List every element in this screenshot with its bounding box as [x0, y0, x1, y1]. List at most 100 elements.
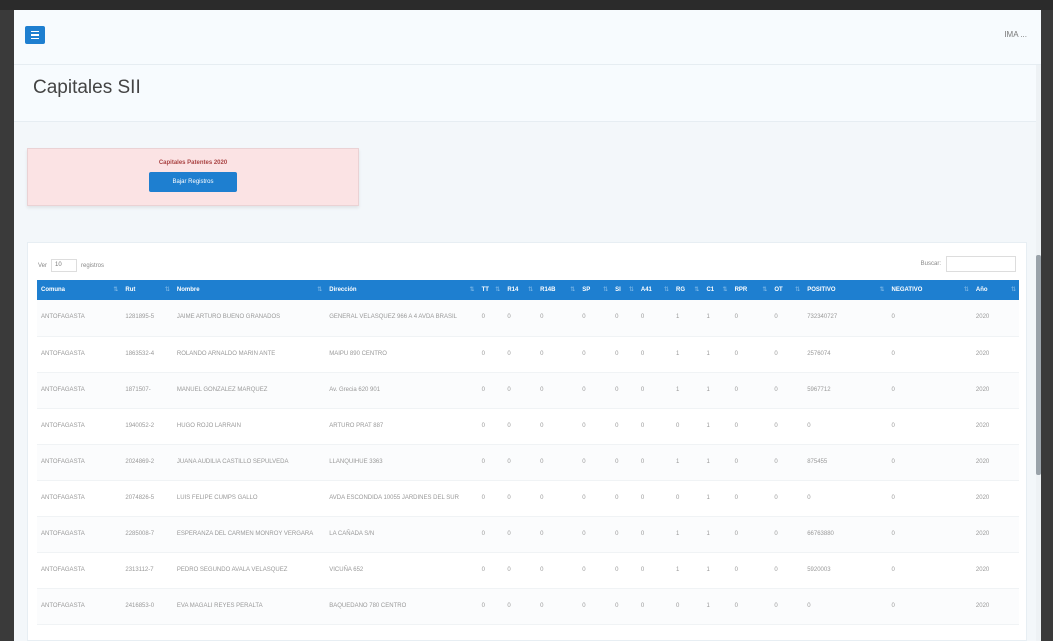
table-row: ANTOFAGASTA 2024869-2 JUANA AUDILIA CASTIL…: [37, 444, 1019, 481]
table-cell: 0: [636, 444, 672, 481]
table-cell: 1: [672, 300, 703, 337]
column-header[interactable]: POSITIVO ⇅: [803, 280, 888, 300]
table-cell: 0: [770, 444, 804, 481]
column-header[interactable]: SP ⇅: [578, 280, 612, 300]
table-cell: 0: [770, 372, 804, 409]
records-table: Comuna ⇅ Rut ⇅ Nombre ⇅ Dirección ⇅ TT ⇅ R14 ⇅ R14B ⇅…: [37, 280, 1019, 625]
table-cell: 0: [730, 588, 771, 625]
table-cell: 0: [636, 336, 672, 373]
table-cell: PEDRO SEGUNDO AVALA VELASQUEZ: [172, 552, 326, 589]
sort-icon: ⇅: [795, 287, 801, 293]
table-cell: 0: [477, 372, 504, 409]
table-cell: 0: [730, 480, 771, 517]
table-cell: 0: [477, 588, 504, 625]
table-cell: 1281895-5: [121, 300, 173, 337]
table-cell: 0: [503, 480, 537, 517]
table-cell: 0: [536, 444, 579, 481]
table-row: ANTOFAGASTA 1863532-4 ROLANDO ARNALDO MARI…: [37, 336, 1019, 373]
table-cell: 0: [636, 516, 672, 553]
table-cell: AVDA ESCONDIDA 10055 JARDINES DEL SUR: [325, 480, 478, 517]
table-cell: 2074826-5: [121, 480, 173, 517]
column-header[interactable]: Año ⇅: [971, 280, 1019, 300]
scrollbar-thumb[interactable]: [1036, 255, 1041, 475]
table-cell: GENERAL VELASQUEZ 966 A 4 AVDA BRASIL: [325, 300, 478, 337]
table-cell: 0: [536, 588, 579, 625]
table-cell: MAIPU 890 CENTRO: [325, 336, 478, 373]
column-header[interactable]: NEGATIVO ⇅: [887, 280, 972, 300]
table-cell: 0: [503, 444, 537, 481]
table-cell: 0: [611, 516, 637, 553]
column-header-label: Nombre: [176, 287, 200, 293]
column-header[interactable]: R14B ⇅: [536, 280, 579, 300]
column-header-label: OT: [774, 287, 783, 293]
table-cell: 0: [770, 408, 804, 445]
page-title: Capitales SII: [33, 77, 141, 98]
table-row: ANTOFAGASTA 2416853-0 EVA MAGALI REYES PER…: [37, 588, 1019, 625]
column-header[interactable]: Comuna ⇅: [37, 280, 122, 300]
column-header[interactable]: Nombre ⇅: [172, 280, 326, 300]
table-cell: 0: [730, 552, 771, 589]
column-header[interactable]: R14 ⇅: [503, 280, 537, 300]
column-header-label: RPR: [734, 287, 748, 293]
table-cell: 0: [477, 516, 504, 553]
table-cell: 2020: [971, 480, 1019, 517]
table-cell: 0: [887, 552, 972, 589]
table-cell: 1: [702, 408, 731, 445]
table-cell: 2020: [971, 588, 1019, 625]
table-cell: ANTOFAGASTA: [37, 444, 122, 481]
sort-icon: ⇅: [528, 287, 534, 293]
table-cell: 0: [611, 552, 637, 589]
table-cell: 0: [578, 516, 612, 553]
column-header-label: Dirección: [329, 287, 357, 293]
column-header[interactable]: RPR ⇅: [730, 280, 771, 300]
column-header[interactable]: Rut ⇅: [121, 280, 173, 300]
page-header: Capitales SII: [14, 65, 1041, 122]
column-header-label: SI: [615, 287, 621, 293]
table-cell: 1: [702, 336, 731, 373]
download-records-button[interactable]: Bajar Registros: [149, 172, 237, 192]
table-cell: ANTOFAGASTA: [37, 300, 122, 337]
scrollbar[interactable]: [1036, 65, 1041, 641]
column-header[interactable]: A41 ⇅: [636, 280, 672, 300]
app-window: IMA ... Capitales SII Capitales Patentes…: [14, 10, 1041, 641]
column-header[interactable]: C1 ⇅: [702, 280, 731, 300]
table-header-row: Comuna ⇅ Rut ⇅ Nombre ⇅ Dirección ⇅ TT ⇅ R14 ⇅ R14B ⇅…: [37, 280, 1019, 300]
column-header[interactable]: Dirección ⇅: [325, 280, 478, 300]
table-cell: 2020: [971, 552, 1019, 589]
column-header[interactable]: TT ⇅: [477, 280, 504, 300]
menu-toggle-button[interactable]: [25, 26, 45, 44]
table-cell: 0: [578, 588, 612, 625]
column-header[interactable]: OT ⇅: [770, 280, 804, 300]
user-menu[interactable]: IMA ...: [1004, 30, 1027, 39]
table-cell: 2576074: [803, 336, 888, 373]
table-cell: 0: [803, 480, 888, 517]
table-cell: 732340727: [803, 300, 888, 337]
card-title: Capitales Patentes 2020: [158, 160, 228, 166]
column-header[interactable]: RG ⇅: [672, 280, 703, 300]
table-cell: 0: [770, 516, 804, 553]
table-cell: 0: [611, 408, 637, 445]
table-cell: 0: [503, 408, 537, 445]
table-cell: 1: [702, 372, 731, 409]
column-header[interactable]: SI ⇅: [611, 280, 637, 300]
table-cell: 0: [536, 372, 579, 409]
table-cell: 2020: [971, 300, 1019, 337]
search-input[interactable]: [946, 256, 1016, 272]
column-header-label: Comuna: [41, 287, 65, 293]
search-control: Buscar:: [921, 256, 1016, 272]
records-label: registros: [81, 262, 105, 269]
table-cell: 0: [578, 444, 612, 481]
sort-icon: ⇅: [603, 287, 609, 293]
page-length-select[interactable]: 10: [51, 259, 78, 272]
table-cell: 0: [477, 552, 504, 589]
table-row: ANTOFAGASTA 1871507- MANUEL GONZALEZ MARQU…: [37, 372, 1019, 409]
sort-icon: ⇅: [469, 287, 475, 293]
table-cell: 0: [770, 336, 804, 373]
table-row: ANTOFAGASTA 1940052-2 HUGO ROJO LARRAIN ART…: [37, 408, 1019, 445]
table-cell: 0: [536, 516, 579, 553]
table-cell: 0: [636, 480, 672, 517]
sort-icon: ⇅: [1010, 287, 1016, 293]
table-cell: 2020: [971, 516, 1019, 553]
table-row: ANTOFAGASTA 2285008-7 ESPERANZA DEL CARMEN…: [37, 516, 1019, 553]
table-cell: 1: [672, 516, 703, 553]
